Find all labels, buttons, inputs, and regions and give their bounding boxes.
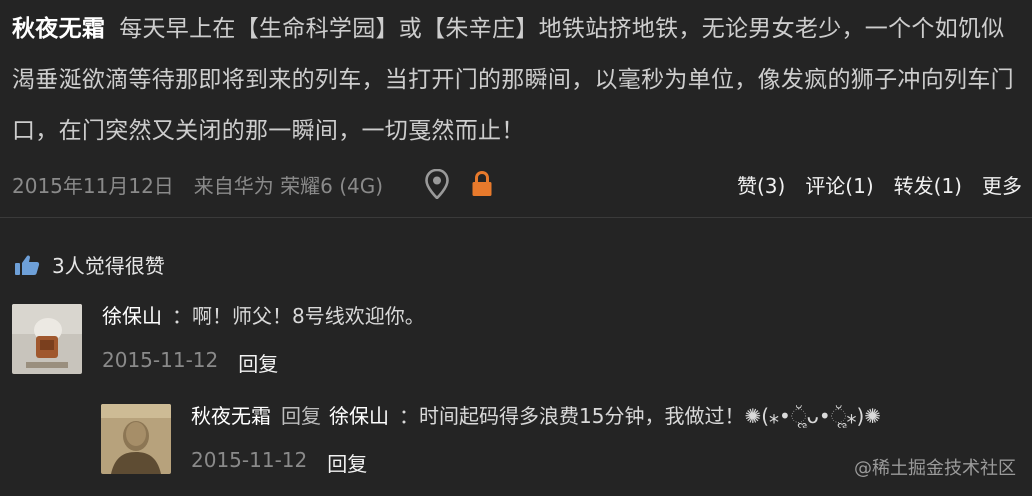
comment-text: ：啊！师父！8号线欢迎你。 [172,304,425,328]
post-date: 2015年11月12日 [12,173,174,198]
reply-target[interactable]: 徐保山 [329,404,389,428]
post-source: 来自华为 荣耀6 (4G) [193,173,384,198]
comment-line: 秋夜无霜 回复 徐保山 ：时间起码得多浪费15分钟，我做过！✺(⁎•ૢ̆ᴗ•ૢ̆⁎)✺ [191,400,881,432]
comment-text: ：时间起码得多浪费15分钟，我做过！✺(⁎•ૢ̆ᴗ•ૢ̆⁎)✺ [399,404,882,428]
thumbs-up-icon [15,255,40,275]
post-meta: 2015年11月12日 来自华为 荣耀6 (4G) 赞(3) 评论(1) 转发(… [12,162,1022,206]
avatar[interactable] [101,404,171,474]
more-button[interactable]: 更多 [982,170,1022,199]
likes-text[interactable]: 3人觉得很赞 [52,250,165,279]
forward-button[interactable]: 转发(1) [894,170,962,199]
comment-meta: 2015-11-12 回复 [191,448,881,477]
post: 秋夜无霜 每天早上在【生命科学园】或【朱辛庄】地铁站挤地铁，无论男女老少，一个个如… [12,0,1022,157]
divider [0,217,1032,218]
comment-meta: 2015-11-12 回复 [102,348,425,377]
avatar[interactable] [12,304,82,374]
comment-author[interactable]: 秋夜无霜 [191,404,271,428]
likes-summary: 3人觉得很赞 [14,250,165,279]
lock-icon [471,170,493,198]
like-button[interactable]: 赞(3) [737,170,785,199]
location-icon[interactable] [425,169,449,199]
post-author[interactable]: 秋夜无霜 [12,16,105,42]
reply-word: 回复 [281,404,321,428]
comment-line: 徐保山 ：啊！师父！8号线欢迎你。 [102,300,425,332]
post-text: 每天早上在【生命科学园】或【朱辛庄】地铁站挤地铁，无论男女老少，一个个如饥似渴垂… [12,16,1014,144]
comment-body: 秋夜无霜 回复 徐保山 ：时间起码得多浪费15分钟，我做过！✺(⁎•ૢ̆ᴗ•ૢ̆⁎)✺… [191,400,881,477]
post-content: 秋夜无霜 每天早上在【生命科学园】或【朱辛庄】地铁站挤地铁，无论男女老少，一个个如… [12,4,1022,157]
comment-author[interactable]: 徐保山 [102,304,162,328]
reply-button[interactable]: 回复 [238,348,278,377]
watermark: @稀土掘金技术社区 [854,458,1016,479]
comment-button[interactable]: 评论(1) [805,170,873,199]
comment-body: 徐保山 ：啊！师父！8号线欢迎你。 2015-11-12 回复 [102,300,425,377]
comment-date: 2015-11-12 [102,348,219,372]
post-actions: 赞(3) 评论(1) 转发(1) 更多 [737,170,1022,199]
comment-date: 2015-11-12 [191,448,308,472]
reply-button[interactable]: 回复 [327,448,367,477]
